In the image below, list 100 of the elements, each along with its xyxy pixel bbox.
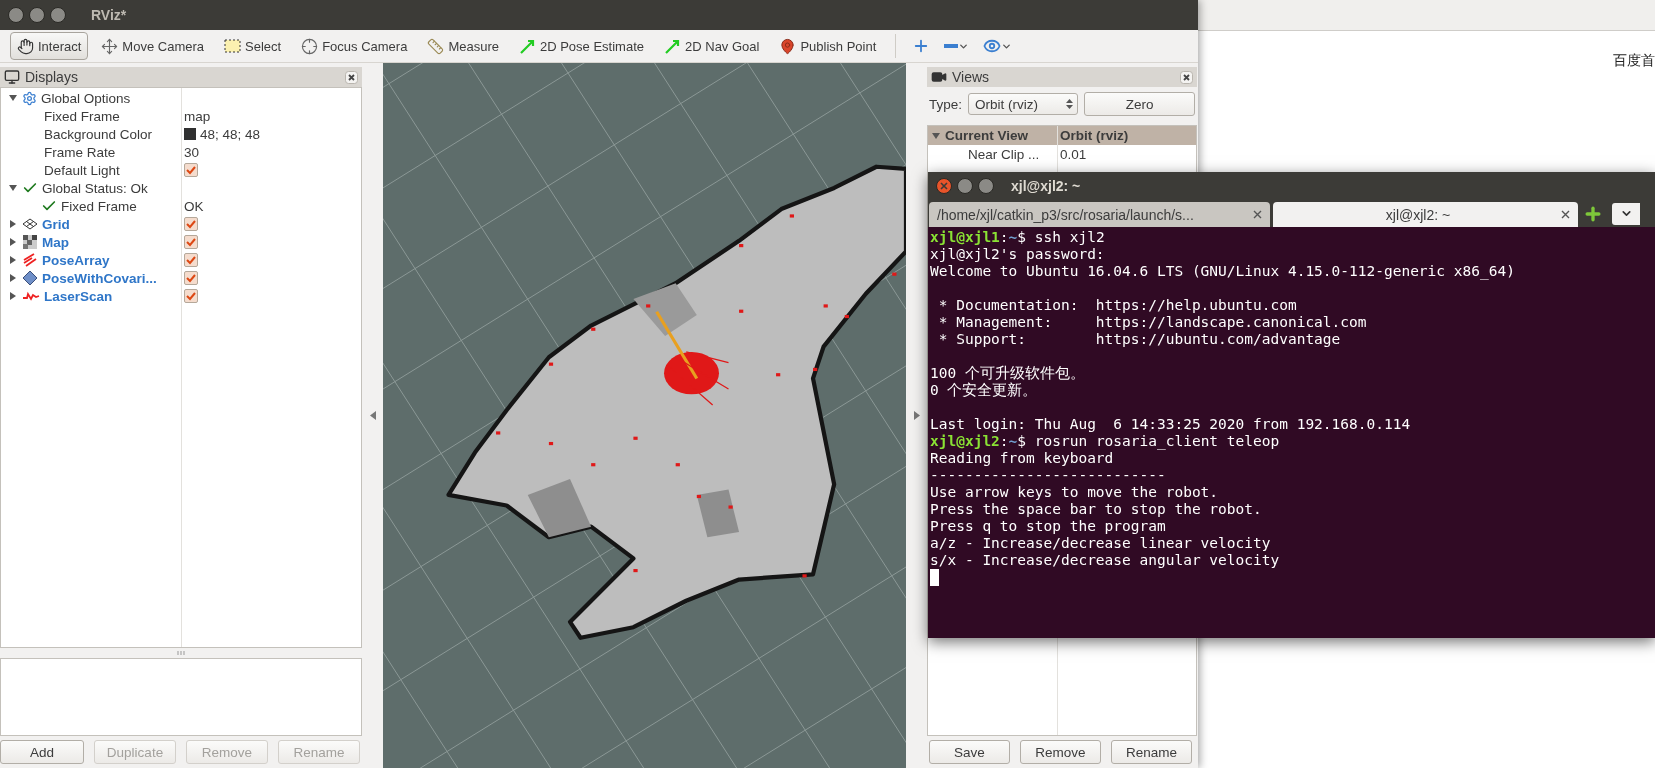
tree-item-label[interactable]: PoseArray — [42, 252, 110, 268]
toolbar-button[interactable]: Select — [217, 32, 289, 60]
field-label: Type: — [929, 96, 963, 112]
toolbar-button[interactable]: Interact — [10, 32, 89, 60]
minus-icon — [944, 44, 959, 48]
terminal-tab[interactable]: xjl@xjl2: ~ — [1273, 202, 1578, 227]
close-icon[interactable] — [1561, 210, 1570, 219]
toolbar-button[interactable]: Focus Camera — [294, 32, 415, 60]
close-icon[interactable] — [1180, 70, 1193, 84]
property-name: Near Clip ... — [967, 147, 1041, 162]
expand-arrow-icon[interactable] — [931, 130, 941, 141]
tree-item-label[interactable]: Global Options — [41, 90, 131, 106]
scan-line-icon — [22, 290, 40, 302]
checkbox[interactable] — [184, 289, 198, 303]
close-icon[interactable] — [345, 70, 358, 84]
tree-item-label[interactable]: Background Color — [44, 126, 153, 142]
checkbox[interactable] — [184, 217, 198, 231]
tree-item-label[interactable]: Fixed Frame — [44, 108, 120, 124]
terminal-line: * Management: https://landscape.canonical.com — [937, 314, 1367, 331]
diamond-icon — [22, 270, 38, 286]
terminal-line: Last login: Thu Aug 6 14:33:25 2020 from 192.168.0.114 — [930, 416, 1411, 433]
minimize-button[interactable] — [957, 178, 973, 194]
tree-item-label[interactable]: Map — [42, 234, 69, 250]
x-icon — [940, 182, 948, 190]
property-value: 0.01 — [1059, 147, 1088, 162]
tree-item-label[interactable]: Default Light — [44, 162, 120, 178]
toolbar-button[interactable]: Move Camera — [94, 32, 211, 60]
terminal-line: Press the space bar to stop the robot. — [930, 501, 1262, 518]
terminal-line: Welcome to Ubuntu 16.04.6 LTS (GNU/Linux 4.15.0-112-generic x86_64) — [930, 263, 1515, 280]
toolbar-button[interactable]: Measure — [420, 32, 506, 60]
map-pin-icon — [779, 37, 797, 55]
crosshair-icon — [301, 37, 319, 55]
eye-icon — [983, 37, 1002, 55]
spin-arrows-icon — [1066, 98, 1074, 110]
close-icon[interactable] — [1253, 210, 1262, 219]
arrow-icon — [518, 37, 536, 55]
move-icon — [101, 37, 119, 55]
resize-grip-icon[interactable] — [177, 651, 185, 655]
close-button[interactable] — [8, 7, 24, 23]
terminal-line: 100 个可升级软件包。 — [930, 365, 1085, 382]
push-button[interactable]: Zero — [1084, 92, 1195, 116]
nav-link[interactable]: 百度首 — [1613, 52, 1655, 70]
tree-item-label[interactable]: Grid — [42, 216, 70, 232]
expand-arrow-icon[interactable] — [8, 93, 18, 103]
tree-item-label[interactable]: Fixed Frame — [61, 198, 137, 214]
ruler-icon — [427, 37, 445, 55]
terminal-line: xjl@xjl1:~$ ssh xjl2 — [930, 229, 1105, 246]
push-button[interactable]: Rename — [1111, 740, 1192, 764]
property-value: OK — [184, 198, 204, 214]
tree-item-label[interactable]: Frame Rate — [44, 144, 116, 160]
type-dropdown[interactable]: Orbit (rviz) — [968, 93, 1079, 115]
tab-menu-button[interactable] — [1612, 202, 1640, 225]
terminal-line: xjl@xjl2:~$ rosrun rosaria_client teleop — [930, 433, 1280, 450]
push-button[interactable]: Save — [929, 740, 1010, 764]
dashed-rectangle-icon — [224, 39, 241, 53]
terminal-tab[interactable]: /home/xjl/catkin_p3/src/rosaria/launch/s... — [929, 202, 1270, 227]
terminal-line: s/x - Increase/decrease angular velocity — [930, 552, 1280, 569]
collapse-right-icon[interactable] — [913, 411, 920, 420]
push-button[interactable]: Remove — [1020, 740, 1101, 764]
terminal-line: xjl@xjl2's password: — [930, 246, 1105, 263]
toolbar-button[interactable]: 2D Nav Goal — [657, 32, 767, 60]
push-button[interactable]: Add — [0, 740, 84, 764]
column-header: Current View — [928, 128, 1057, 143]
expand-arrow-icon[interactable] — [8, 219, 18, 229]
terminal-line: Reading from keyboard — [930, 450, 1114, 467]
terminal-line: * Documentation: https://help.ubuntu.com — [937, 297, 1297, 314]
arrow-icon — [664, 37, 681, 55]
checkbox[interactable] — [184, 253, 198, 267]
minimize-button[interactable] — [29, 7, 45, 23]
maximize-button[interactable] — [978, 178, 994, 194]
terminal-line: --------------------------- — [930, 467, 1166, 484]
terminal-line: Use arrow keys to move the robot. — [930, 484, 1219, 501]
arrows-icon — [22, 252, 38, 268]
map-grid-icon — [22, 234, 38, 250]
expand-arrow-icon[interactable] — [8, 273, 18, 283]
checkbox[interactable] — [184, 271, 198, 285]
expand-arrow-icon[interactable] — [8, 291, 18, 301]
panel-title: Views — [952, 69, 991, 85]
gear-icon — [22, 90, 37, 106]
column-header: Orbit (rviz) — [1059, 128, 1130, 143]
property-value: 30 — [184, 144, 200, 160]
collapse-left-icon[interactable] — [369, 411, 376, 420]
checkbox[interactable] — [184, 163, 198, 177]
toolbar-button[interactable]: Publish Point — [772, 32, 884, 60]
tree-item-label[interactable]: LaserScan — [44, 288, 113, 304]
terminal-line: a/z - Increase/decrease linear velocity — [930, 535, 1271, 552]
maximize-button[interactable] — [50, 7, 66, 23]
expand-arrow-icon[interactable] — [8, 255, 18, 265]
tree-item-label[interactable]: Global Status: Ok — [42, 180, 148, 196]
terminal-line: Press q to stop the program — [930, 518, 1166, 535]
toolbar-button[interactable]: 2D Pose Estimate — [511, 32, 651, 60]
tree-item-label[interactable]: PoseWithCovari... — [42, 270, 157, 286]
expand-arrow-icon[interactable] — [8, 237, 18, 247]
hand-icon — [17, 37, 34, 55]
text-cursor — [930, 569, 939, 586]
camera-icon — [931, 69, 947, 85]
expand-arrow-icon[interactable] — [8, 183, 18, 193]
checkbox[interactable] — [184, 235, 198, 249]
close-button[interactable] — [936, 178, 952, 194]
monitor-icon — [4, 69, 20, 85]
